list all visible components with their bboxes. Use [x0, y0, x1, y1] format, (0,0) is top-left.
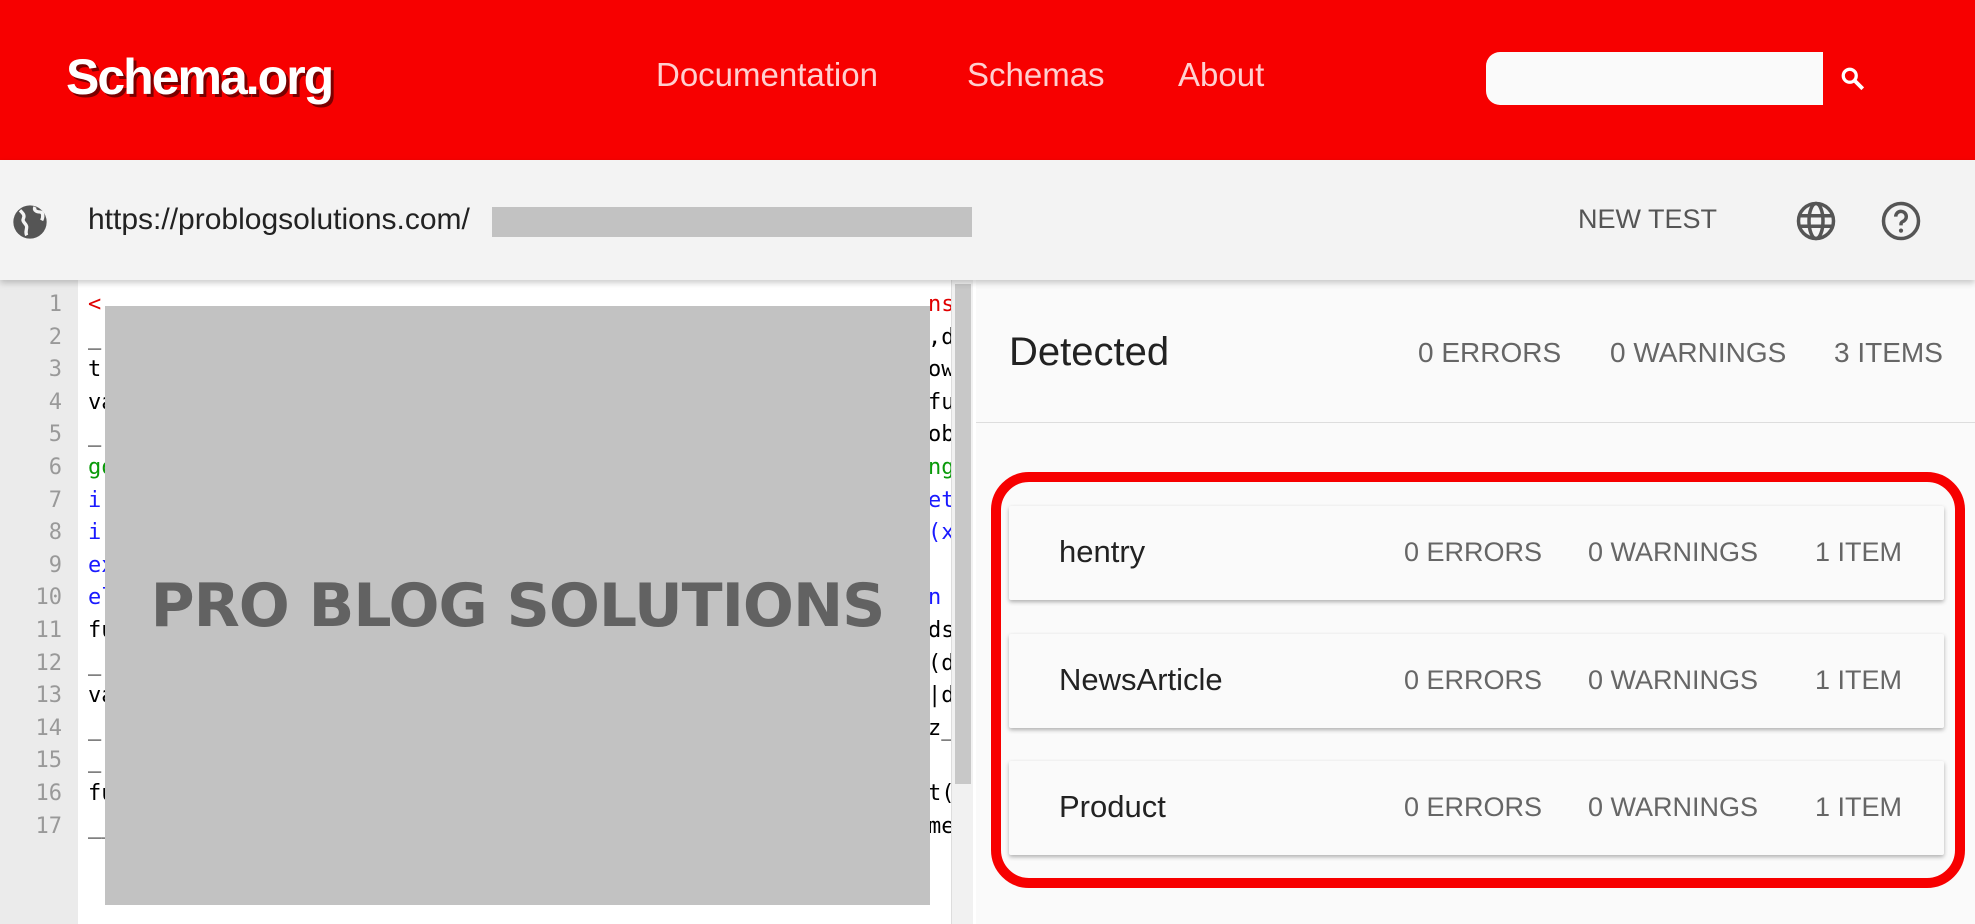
- type-name: NewsArticle: [1059, 662, 1223, 697]
- line-number: 3: [48, 357, 62, 383]
- line-number: 6: [48, 455, 62, 480]
- type-warnings: 0 WARNINGS: [1588, 792, 1759, 822]
- detected-type-row[interactable]: NewsArticle 0 ERRORS 0 WARNINGS 1 ITEM: [1009, 634, 1944, 728]
- schema-org-logo[interactable]: Schema.org: [66, 48, 334, 106]
- detected-type-row[interactable]: hentry 0 ERRORS 0 WARNINGS 1 ITEM: [1009, 506, 1944, 600]
- line-number: 5: [48, 422, 62, 448]
- type-items: 1 ITEM: [1815, 665, 1903, 695]
- total-errors: 0 ERRORS: [1418, 337, 1562, 368]
- url-toolbar: https://problogsolutions.com/ NEW TEST: [0, 160, 1975, 280]
- divider: [976, 422, 1975, 423]
- total-items: 3 ITEMS: [1834, 337, 1943, 368]
- total-warnings: 0 WARNINGS: [1610, 337, 1787, 368]
- line-number: 14: [35, 715, 63, 741]
- line-number: 8: [48, 520, 62, 546]
- type-warnings: 0 WARNINGS: [1588, 537, 1759, 567]
- url-text[interactable]: https://problogsolutions.com/: [88, 203, 470, 237]
- code-line-start: _: [88, 324, 102, 350]
- nav-schemas[interactable]: Schemas: [967, 56, 1105, 94]
- scrollbar-thumb[interactable]: [955, 284, 971, 784]
- type-errors: 0 ERRORS: [1404, 665, 1543, 695]
- line-number: 13: [35, 683, 63, 709]
- line-number: 10: [35, 585, 63, 611]
- type-name: hentry: [1059, 534, 1146, 569]
- type-items: 1 ITEM: [1815, 792, 1903, 822]
- type-errors: 0 ERRORS: [1404, 537, 1543, 567]
- redaction-overlay: PRO BLOG SOLUTIONS: [105, 306, 930, 905]
- line-number: 9: [48, 552, 62, 578]
- line-number: 1: [48, 292, 62, 317]
- code-line-start: _: [88, 650, 102, 676]
- search-input[interactable]: [1486, 52, 1823, 105]
- code-line-start: _: [88, 715, 102, 741]
- type-warnings: 0 WARNINGS: [1588, 665, 1759, 695]
- nav-about[interactable]: About: [1178, 56, 1264, 94]
- code-line-start: _: [88, 748, 102, 774]
- search-button[interactable]: [1823, 52, 1883, 105]
- detected-type-row[interactable]: Product 0 ERRORS 0 WARNINGS 1 ITEM: [1009, 761, 1944, 855]
- code-line-start: i: [88, 487, 102, 513]
- detected-title: Detected: [1009, 330, 1170, 374]
- language-globe-icon[interactable]: [1795, 200, 1837, 242]
- line-number: 7: [48, 487, 62, 513]
- code-line-start: <: [88, 292, 102, 317]
- line-number: 2: [48, 324, 62, 350]
- redacted-url-part: [492, 207, 972, 237]
- nav-documentation[interactable]: Documentation: [656, 56, 878, 94]
- line-number: 17: [35, 813, 63, 839]
- line-number: 11: [35, 618, 63, 643]
- new-test-button[interactable]: NEW TEST: [1578, 204, 1717, 235]
- type-errors: 0 ERRORS: [1404, 792, 1543, 822]
- source-code-pane[interactable]: 1 < ns# 2 _ ,di 3 tr ow. 4 va fun 5 _ obf 6 g…: [0, 280, 976, 924]
- line-number: 15: [35, 748, 63, 774]
- code-line-start: i: [88, 520, 102, 546]
- code-line-start: _: [88, 422, 102, 448]
- type-name: Product: [1059, 789, 1166, 824]
- site-header: Schema.org Documentation Schemas About: [0, 0, 1975, 160]
- search-icon: [1841, 67, 1865, 90]
- line-number: 4: [48, 389, 62, 415]
- line-number: 12: [35, 650, 63, 676]
- type-items: 1 ITEM: [1815, 537, 1903, 567]
- help-icon[interactable]: [1880, 200, 1922, 242]
- code-scrollbar[interactable]: [951, 280, 973, 924]
- globe-icon: [13, 205, 47, 239]
- line-number: 16: [35, 781, 63, 806]
